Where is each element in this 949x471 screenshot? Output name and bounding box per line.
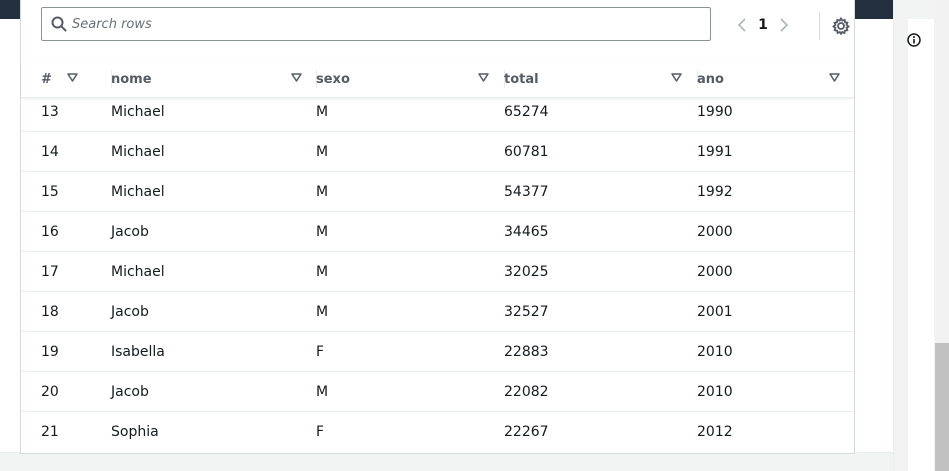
cell-num: 15 xyxy=(41,184,59,200)
column-label: sexo xyxy=(316,71,350,87)
table-row[interactable]: 17 Michael M 32025 2000 xyxy=(21,252,854,292)
cell-total: 22082 xyxy=(504,384,549,400)
cell-num: 17 xyxy=(41,264,59,280)
cell-nome: Isabella xyxy=(111,344,165,360)
column-label: # xyxy=(41,71,52,87)
cell-num: 19 xyxy=(41,344,59,360)
pagination: 1 xyxy=(733,14,793,36)
cell-sexo: M xyxy=(316,184,329,200)
cell-num: 18 xyxy=(41,304,59,320)
cell-sexo: M xyxy=(316,264,329,280)
gear-icon[interactable] xyxy=(831,16,851,36)
caret-down-icon[interactable] xyxy=(829,73,840,83)
table-row[interactable]: 16 Jacob M 34465 2000 xyxy=(21,212,854,252)
cell-nome: Michael xyxy=(111,184,165,200)
cell-sexo: M xyxy=(316,304,329,320)
cell-total: 22883 xyxy=(504,344,549,360)
page-number[interactable]: 1 xyxy=(751,17,775,33)
table-row[interactable]: 13 Michael M 65274 1990 xyxy=(21,92,854,132)
cell-sexo: M xyxy=(316,104,329,120)
table-row[interactable]: 21 Sophia F 22267 2012 xyxy=(21,412,854,452)
cell-sexo: F xyxy=(316,424,325,440)
cell-sexo: M xyxy=(316,384,329,400)
table-row[interactable]: 14 Michael M 60781 1991 xyxy=(21,132,854,172)
bottom-strip xyxy=(0,452,893,471)
cell-ano: 2012 xyxy=(697,424,733,440)
page-scrollbar-thumb[interactable] xyxy=(935,343,949,471)
cell-nome: Sophia xyxy=(111,424,159,440)
cell-total: 22267 xyxy=(504,424,549,440)
data-table: 1 # nome sexo xyxy=(20,0,855,454)
cell-ano: 2000 xyxy=(697,264,733,280)
cell-total: 32025 xyxy=(504,264,549,280)
cell-nome: Michael xyxy=(111,264,165,280)
cell-total: 34465 xyxy=(504,224,549,240)
search-icon xyxy=(51,16,67,32)
table-row[interactable]: 19 Isabella F 22883 2010 xyxy=(21,332,854,372)
column-label: nome xyxy=(111,71,152,87)
cell-ano: 1992 xyxy=(697,184,733,200)
info-icon[interactable] xyxy=(907,33,921,47)
cell-sexo: F xyxy=(316,344,325,360)
column-label: total xyxy=(504,71,539,87)
cell-nome: Jacob xyxy=(111,224,149,240)
cell-sexo: M xyxy=(316,144,329,160)
cell-num: 20 xyxy=(41,384,59,400)
table-row[interactable]: 18 Jacob M 32527 2001 xyxy=(21,292,854,332)
caret-down-icon[interactable] xyxy=(478,73,489,83)
cell-total: 54377 xyxy=(504,184,549,200)
cell-nome: Jacob xyxy=(111,384,149,400)
side-panel-strip xyxy=(908,19,936,471)
caret-down-icon[interactable] xyxy=(671,73,682,83)
cell-total: 60781 xyxy=(504,144,549,160)
cell-ano: 1991 xyxy=(697,144,733,160)
table-row[interactable]: 15 Michael M 54377 1992 xyxy=(21,172,854,212)
table-toolbar: 1 xyxy=(21,0,854,60)
caret-down-icon[interactable] xyxy=(291,73,302,83)
toolbar-divider xyxy=(819,12,820,40)
cell-num: 21 xyxy=(41,424,59,440)
cell-total: 65274 xyxy=(504,104,549,120)
column-label: ano xyxy=(697,71,724,87)
cell-ano: 2010 xyxy=(697,384,733,400)
cell-total: 32527 xyxy=(504,304,549,320)
chevron-right-icon[interactable] xyxy=(775,14,793,36)
search-input[interactable] xyxy=(72,8,710,40)
cell-nome: Michael xyxy=(111,144,165,160)
cell-nome: Michael xyxy=(111,104,165,120)
caret-down-icon[interactable] xyxy=(67,73,78,83)
search-field[interactable] xyxy=(41,7,711,41)
cell-nome: Jacob xyxy=(111,304,149,320)
cell-ano: 2001 xyxy=(697,304,733,320)
cell-num: 14 xyxy=(41,144,59,160)
table-row[interactable]: 20 Jacob M 22082 2010 xyxy=(21,372,854,412)
chevron-left-icon[interactable] xyxy=(733,14,751,36)
cell-num: 13 xyxy=(41,104,59,120)
cell-num: 16 xyxy=(41,224,59,240)
cell-ano: 1990 xyxy=(697,104,733,120)
cell-sexo: M xyxy=(316,224,329,240)
cell-ano: 2000 xyxy=(697,224,733,240)
cell-ano: 2010 xyxy=(697,344,733,360)
